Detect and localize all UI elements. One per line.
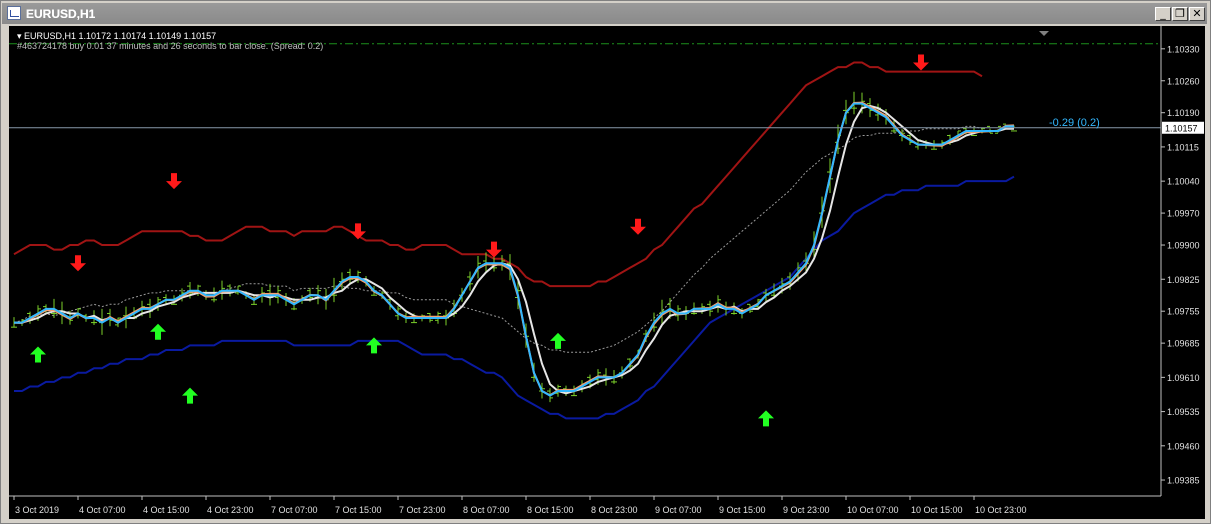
x-tick-label: 7 Oct 07:00 [271,505,318,515]
y-tick-label: 1.09685 [1167,339,1200,349]
x-tick-label: 10 Oct 15:00 [911,505,963,515]
y-tick-label: 1.09900 [1167,241,1200,251]
title-bar[interactable]: EURUSD,H1 _ ❐ ✕ [2,3,1207,24]
y-tick-label: 1.10260 [1167,76,1200,86]
spread-label: -0.29 (0.2) [1049,117,1100,129]
x-tick-label: 4 Oct 23:00 [207,505,254,515]
y-tick-label: 1.09460 [1167,441,1200,451]
x-tick-label: 7 Oct 23:00 [399,505,446,515]
restore-button[interactable]: ❐ [1172,7,1188,21]
x-tick-label: 10 Oct 07:00 [847,505,899,515]
x-tick-label: 8 Oct 15:00 [527,505,574,515]
y-tick-label: 1.10330 [1167,44,1200,54]
x-tick-label: 9 Oct 15:00 [719,505,766,515]
y-tick-label: 1.09970 [1167,209,1200,219]
y-tick-label: 1.09535 [1167,407,1200,417]
x-tick-label: 10 Oct 23:00 [975,505,1027,515]
chart-area[interactable]: 1.10330 1.10260 1.10190 1.10115 1.10040 1.099… [9,26,1205,519]
chart-window-icon [7,6,21,20]
x-tick-label: 3 Oct 2019 [15,505,59,515]
x-tick-label: 7 Oct 15:00 [335,505,382,515]
y-tick-label: 1.09385 [1167,476,1200,486]
info-triangle-icon: ▾ [17,31,25,41]
x-tick-label: 9 Oct 23:00 [783,505,830,515]
price-chart[interactable]: 1.10330 1.10260 1.10190 1.10115 1.10040 1.099… [9,26,1205,519]
price-tag-label: 1.10157 [1165,123,1198,133]
y-tick-label: 1.10115 [1167,142,1199,152]
x-tick-label: 4 Oct 15:00 [143,505,190,515]
x-tick-label: 9 Oct 07:00 [655,505,702,515]
x-tick-label: 8 Oct 23:00 [591,505,638,515]
order-line-text: #463724178 buy 0.01 [17,41,105,51]
order-info: #463724178 buy 0.01 37 minutes and 26 se… [17,41,323,51]
minimize-button[interactable]: _ [1155,7,1171,21]
chart-window: EURUSD,H1 _ ❐ ✕ 1.10330 1.10260 1.10190 1.1… [0,0,1211,524]
ohlc-info: EURUSD,H1 1.10172 1.10174 1.10149 1.1015… [24,31,217,41]
close-button[interactable]: ✕ [1189,7,1205,21]
y-tick-label: 1.10190 [1167,108,1200,118]
x-tick-label: 8 Oct 07:00 [463,505,510,515]
bar-close-timer: 37 minutes and 26 seconds to bar close. … [106,41,324,51]
y-tick-label: 1.09755 [1167,307,1200,317]
y-tick-label: 1.10040 [1167,177,1200,187]
y-tick-label: 1.09825 [1167,275,1200,285]
window-title: EURUSD,H1 [26,7,96,21]
y-tick-label: 1.09610 [1167,373,1200,383]
x-tick-label: 4 Oct 07:00 [79,505,126,515]
